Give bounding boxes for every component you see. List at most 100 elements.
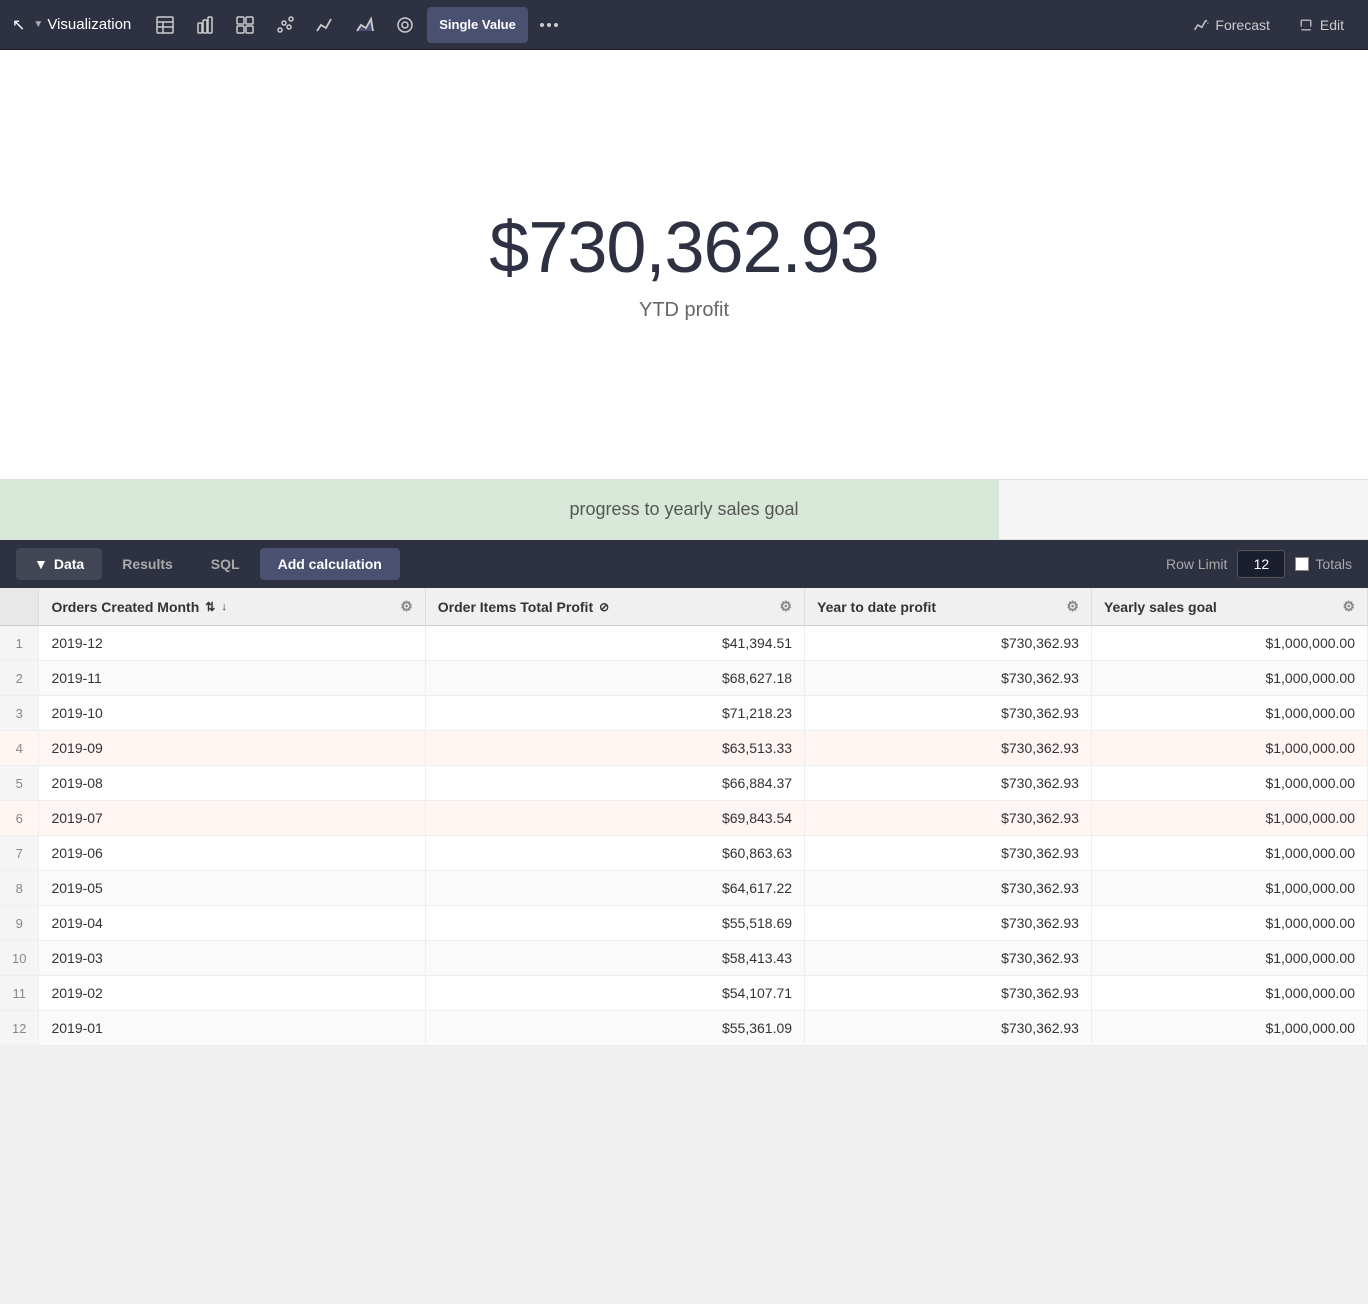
single-value-description: YTD profit [639, 299, 729, 322]
table-row: 7 2019-06 $60,863.63 $730,362.93 $1,000,… [0, 836, 1368, 871]
cell-profit: $41,394.51 [425, 626, 804, 661]
cell-ytd: $730,362.93 [805, 906, 1092, 941]
cell-profit: $54,107.71 [425, 976, 804, 1011]
col-goal-gear-icon[interactable]: ⚙ [1342, 598, 1355, 615]
cell-ytd: $730,362.93 [805, 626, 1092, 661]
col-goal-label: Yearly sales goal [1104, 599, 1217, 615]
col-profit-gear-icon[interactable]: ⚙ [780, 598, 793, 615]
cell-month: 2019-07 [39, 801, 425, 836]
single-value-view-button[interactable]: Single Value [427, 7, 528, 43]
tab-results-label: Results [122, 556, 173, 572]
cell-goal: $1,000,000.00 [1091, 661, 1367, 696]
col-header-goal[interactable]: Yearly sales goal ⚙ [1091, 588, 1367, 626]
table-row: 9 2019-04 $55,518.69 $730,362.93 $1,000,… [0, 906, 1368, 941]
cell-ytd: $730,362.93 [805, 696, 1092, 731]
cell-goal: $1,000,000.00 [1091, 941, 1367, 976]
table-row: 12 2019-01 $55,361.09 $730,362.93 $1,000… [0, 1011, 1368, 1046]
cell-month: 2019-03 [39, 941, 425, 976]
tab-results[interactable]: Results [104, 548, 191, 580]
cell-ytd: $730,362.93 [805, 661, 1092, 696]
cell-month: 2019-06 [39, 836, 425, 871]
cell-ytd: $730,362.93 [805, 836, 1092, 871]
col-profit-calc-icon: ⊘ [599, 600, 609, 614]
row-limit-label: Row Limit [1166, 556, 1227, 572]
cell-rownum: 4 [0, 731, 39, 766]
edit-button[interactable]: Edit [1286, 11, 1356, 39]
totals-checkbox[interactable] [1295, 557, 1309, 571]
single-value-display: $730,362.93 YTD profit [0, 50, 1368, 480]
cell-month: 2019-12 [39, 626, 425, 661]
table-row: 2 2019-11 $68,627.18 $730,362.93 $1,000,… [0, 661, 1368, 696]
area-view-button[interactable] [347, 7, 383, 43]
col-ytd-gear-icon[interactable]: ⚙ [1066, 598, 1079, 615]
cell-profit: $60,863.63 [425, 836, 804, 871]
bar-chart-view-button[interactable] [187, 7, 223, 43]
progress-label: progress to yearly sales goal [20, 499, 1348, 520]
cell-rownum: 3 [0, 696, 39, 731]
single-value-amount: $730,362.93 [489, 207, 878, 289]
progress-bar-area: progress to yearly sales goal [0, 480, 1368, 540]
cell-profit: $68,627.18 [425, 661, 804, 696]
cell-goal: $1,000,000.00 [1091, 731, 1367, 766]
col-header-profit[interactable]: Order Items Total Profit ⊘ ⚙ [425, 588, 804, 626]
scatter-view-button[interactable] [267, 7, 303, 43]
forecast-label: Forecast [1215, 17, 1269, 33]
cell-month: 2019-09 [39, 731, 425, 766]
table-row: 6 2019-07 $69,843.54 $730,362.93 $1,000,… [0, 801, 1368, 836]
cell-profit: $58,413.43 [425, 941, 804, 976]
col-header-ytd[interactable]: Year to date profit ⚙ [805, 588, 1092, 626]
line-view-button[interactable] [307, 7, 343, 43]
tab-data[interactable]: ▼ Data [16, 548, 102, 580]
table-view-button[interactable] [147, 7, 183, 43]
table-row: 11 2019-02 $54,107.71 $730,362.93 $1,000… [0, 976, 1368, 1011]
cell-profit: $55,361.09 [425, 1011, 804, 1046]
cell-goal: $1,000,000.00 [1091, 766, 1367, 801]
cell-rownum: 1 [0, 626, 39, 661]
col-month-sort-down-icon[interactable]: ↓ [221, 601, 227, 613]
tab-sql[interactable]: SQL [193, 548, 258, 580]
toolbar: ↖ ▼ Visualization Single Value Forecast [0, 0, 1368, 50]
tab-data-arrow: ▼ [34, 556, 48, 572]
cell-rownum: 10 [0, 941, 39, 976]
totals-label: Totals [1315, 556, 1352, 572]
cell-month: 2019-05 [39, 871, 425, 906]
cell-ytd: $730,362.93 [805, 941, 1092, 976]
cell-profit: $71,218.23 [425, 696, 804, 731]
cell-goal: $1,000,000.00 [1091, 626, 1367, 661]
col-header-num [0, 588, 39, 626]
col-month-label: Orders Created Month [51, 599, 199, 615]
single-value-label: Single Value [439, 17, 516, 32]
table-row: 4 2019-09 $63,513.33 $730,362.93 $1,000,… [0, 731, 1368, 766]
data-tabs-controls: Row Limit Totals [1166, 550, 1352, 578]
totals-toggle[interactable]: Totals [1295, 556, 1352, 572]
add-calculation-button[interactable]: Add calculation [260, 548, 400, 580]
cell-goal: $1,000,000.00 [1091, 976, 1367, 1011]
cell-profit: $55,518.69 [425, 906, 804, 941]
cell-rownum: 12 [0, 1011, 39, 1046]
col-month-sort-icon[interactable]: ⇅ [205, 600, 215, 614]
tab-sql-label: SQL [211, 556, 240, 572]
visualization-title: Visualization [47, 16, 131, 33]
visualization-dropdown-arrow[interactable]: ▼ [33, 19, 43, 30]
donut-view-button[interactable] [387, 7, 423, 43]
more-options-button[interactable] [532, 17, 566, 33]
cell-goal: $1,000,000.00 [1091, 696, 1367, 731]
cursor-icon: ↖ [12, 15, 25, 35]
forecast-button[interactable]: Forecast [1181, 11, 1281, 39]
pivot-view-button[interactable] [227, 7, 263, 43]
cell-profit: $63,513.33 [425, 731, 804, 766]
cell-ytd: $730,362.93 [805, 731, 1092, 766]
col-profit-label: Order Items Total Profit [438, 599, 593, 615]
cell-profit: $69,843.54 [425, 801, 804, 836]
cell-month: 2019-08 [39, 766, 425, 801]
cell-month: 2019-02 [39, 976, 425, 1011]
cell-goal: $1,000,000.00 [1091, 906, 1367, 941]
edit-label: Edit [1320, 17, 1344, 33]
cell-rownum: 2 [0, 661, 39, 696]
row-limit-input[interactable] [1237, 550, 1285, 578]
table-row: 3 2019-10 $71,218.23 $730,362.93 $1,000,… [0, 696, 1368, 731]
table-body: 1 2019-12 $41,394.51 $730,362.93 $1,000,… [0, 626, 1368, 1046]
col-header-month[interactable]: Orders Created Month ⇅ ↓ ⚙ [39, 588, 425, 626]
cell-goal: $1,000,000.00 [1091, 836, 1367, 871]
col-month-gear-icon[interactable]: ⚙ [400, 598, 413, 615]
